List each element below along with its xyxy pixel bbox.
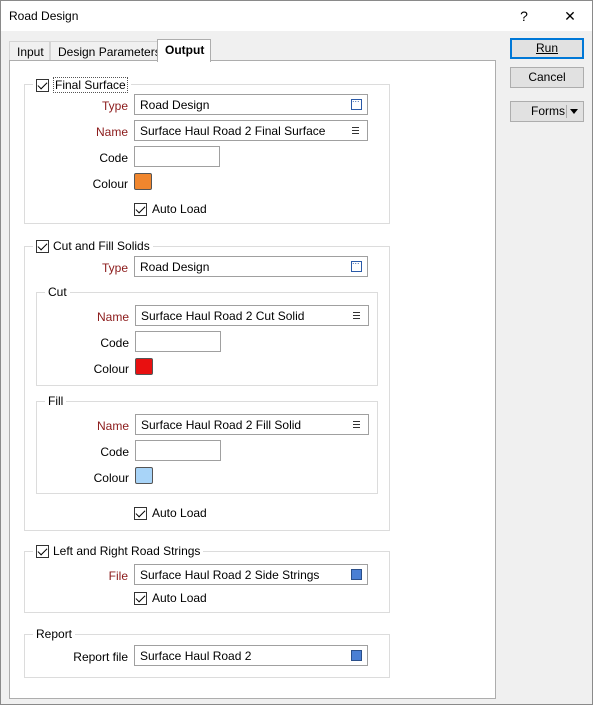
- road-strings-checkbox[interactable]: [36, 544, 49, 558]
- cut-fill-title: Cut and Fill Solids: [53, 239, 150, 253]
- tab-input[interactable]: Input: [9, 41, 50, 61]
- run-button-label: Run: [535, 41, 558, 55]
- final-surface-group: Final Surface Type Road Design Name Surf…: [24, 77, 390, 224]
- report-file-label: Report file: [73, 650, 128, 664]
- cut-fill-checkbox[interactable]: [36, 239, 49, 253]
- type-value: Road Design: [140, 98, 210, 112]
- auto-load-checkbox[interactable]: [134, 506, 147, 520]
- cut-group: Cut Name Surface Haul Road 2 Cut Solid C…: [36, 285, 378, 386]
- cancel-button-label: Cancel: [528, 70, 566, 84]
- tab-output[interactable]: Output: [157, 39, 211, 62]
- type-label: Type: [101, 99, 128, 113]
- colour-label: Colour: [93, 471, 129, 485]
- auto-load-checkbox[interactable]: [134, 591, 147, 605]
- list-icon[interactable]: [352, 419, 363, 430]
- fill-colour-swatch[interactable]: [135, 467, 153, 484]
- file-icon[interactable]: [351, 650, 362, 661]
- code-label: Code: [100, 445, 129, 459]
- final-surface-title: Final Surface: [53, 77, 128, 93]
- report-title: Report: [33, 627, 76, 641]
- forms-separator: [566, 105, 567, 118]
- colour-swatch[interactable]: [134, 173, 152, 190]
- browse-icon[interactable]: [351, 95, 362, 110]
- close-button[interactable]: ✕: [559, 6, 581, 26]
- code-field[interactable]: [134, 146, 220, 167]
- forms-button-label: Forms: [531, 104, 565, 118]
- name-field[interactable]: Surface Haul Road 2 Final Surface: [134, 120, 368, 141]
- road-strings-title: Left and Right Road Strings: [53, 544, 201, 558]
- name-value: Surface Haul Road 2 Final Surface: [140, 124, 326, 138]
- fill-name-value: Surface Haul Road 2 Fill Solid: [141, 418, 302, 432]
- cut-name-value: Surface Haul Road 2 Cut Solid: [141, 309, 305, 323]
- code-label: Code: [99, 151, 128, 165]
- type-field[interactable]: Road Design: [134, 94, 368, 115]
- window-title: Road Design: [9, 9, 79, 23]
- strings-file-field[interactable]: Surface Haul Road 2 Side Strings: [134, 564, 368, 585]
- auto-load[interactable]: Auto Load: [134, 591, 207, 605]
- cut-title: Cut: [45, 285, 70, 299]
- tab-design-parameters[interactable]: Design Parameters: [50, 41, 161, 61]
- report-file-field[interactable]: Surface Haul Road 2: [134, 645, 368, 666]
- road-strings-group: Left and Right Road Strings File Surface…: [24, 544, 390, 613]
- type-field[interactable]: Road Design: [134, 256, 368, 277]
- output-panel: Final Surface Type Road Design Name Surf…: [9, 60, 496, 699]
- auto-load[interactable]: Auto Load: [134, 202, 207, 216]
- report-group: Report Report file Surface Haul Road 2: [24, 627, 390, 678]
- cancel-button[interactable]: Cancel: [510, 67, 584, 88]
- cut-code-field[interactable]: [135, 331, 221, 352]
- road-design-dialog: Road Design ? ✕ Input Design Parameters …: [0, 0, 593, 705]
- auto-load-label: Auto Load: [152, 591, 207, 605]
- name-label: Name: [95, 125, 128, 139]
- fill-name-field[interactable]: Surface Haul Road 2 Fill Solid: [135, 414, 369, 435]
- name-label: Name: [96, 419, 129, 433]
- auto-load-checkbox[interactable]: [134, 202, 147, 216]
- forms-button[interactable]: Forms: [510, 101, 584, 122]
- chevron-down-icon[interactable]: [570, 109, 578, 114]
- list-icon[interactable]: [352, 310, 363, 321]
- cut-name-field[interactable]: Surface Haul Road 2 Cut Solid: [135, 305, 369, 326]
- fill-title: Fill: [45, 394, 67, 408]
- type-value: Road Design: [140, 260, 210, 274]
- final-surface-checkbox[interactable]: [36, 78, 49, 92]
- cut-fill-legend: Cut and Fill Solids: [33, 239, 153, 253]
- run-button[interactable]: Run: [510, 38, 584, 59]
- cut-colour-swatch[interactable]: [135, 358, 153, 375]
- browse-icon[interactable]: [351, 257, 362, 272]
- file-icon[interactable]: [351, 569, 362, 580]
- help-button[interactable]: ?: [513, 6, 535, 26]
- name-label: Name: [96, 310, 129, 324]
- file-label: File: [108, 569, 128, 583]
- fill-code-field[interactable]: [135, 440, 221, 461]
- report-file-value: Surface Haul Road 2: [140, 649, 252, 663]
- title-bar: Road Design ? ✕: [1, 1, 592, 31]
- auto-load-label: Auto Load: [152, 506, 207, 520]
- strings-file-value: Surface Haul Road 2 Side Strings: [140, 568, 320, 582]
- code-label: Code: [100, 336, 129, 350]
- fill-group: Fill Name Surface Haul Road 2 Fill Solid…: [36, 394, 378, 494]
- auto-load[interactable]: Auto Load: [134, 506, 207, 520]
- cut-fill-group: Cut and Fill Solids Type Road Design Cut…: [24, 239, 390, 531]
- road-strings-legend: Left and Right Road Strings: [33, 544, 204, 558]
- auto-load-label: Auto Load: [152, 202, 207, 216]
- list-icon[interactable]: [351, 125, 362, 136]
- colour-label: Colour: [92, 177, 128, 191]
- type-label: Type: [101, 261, 128, 275]
- colour-label: Colour: [93, 362, 129, 376]
- final-surface-legend: Final Surface: [33, 77, 131, 93]
